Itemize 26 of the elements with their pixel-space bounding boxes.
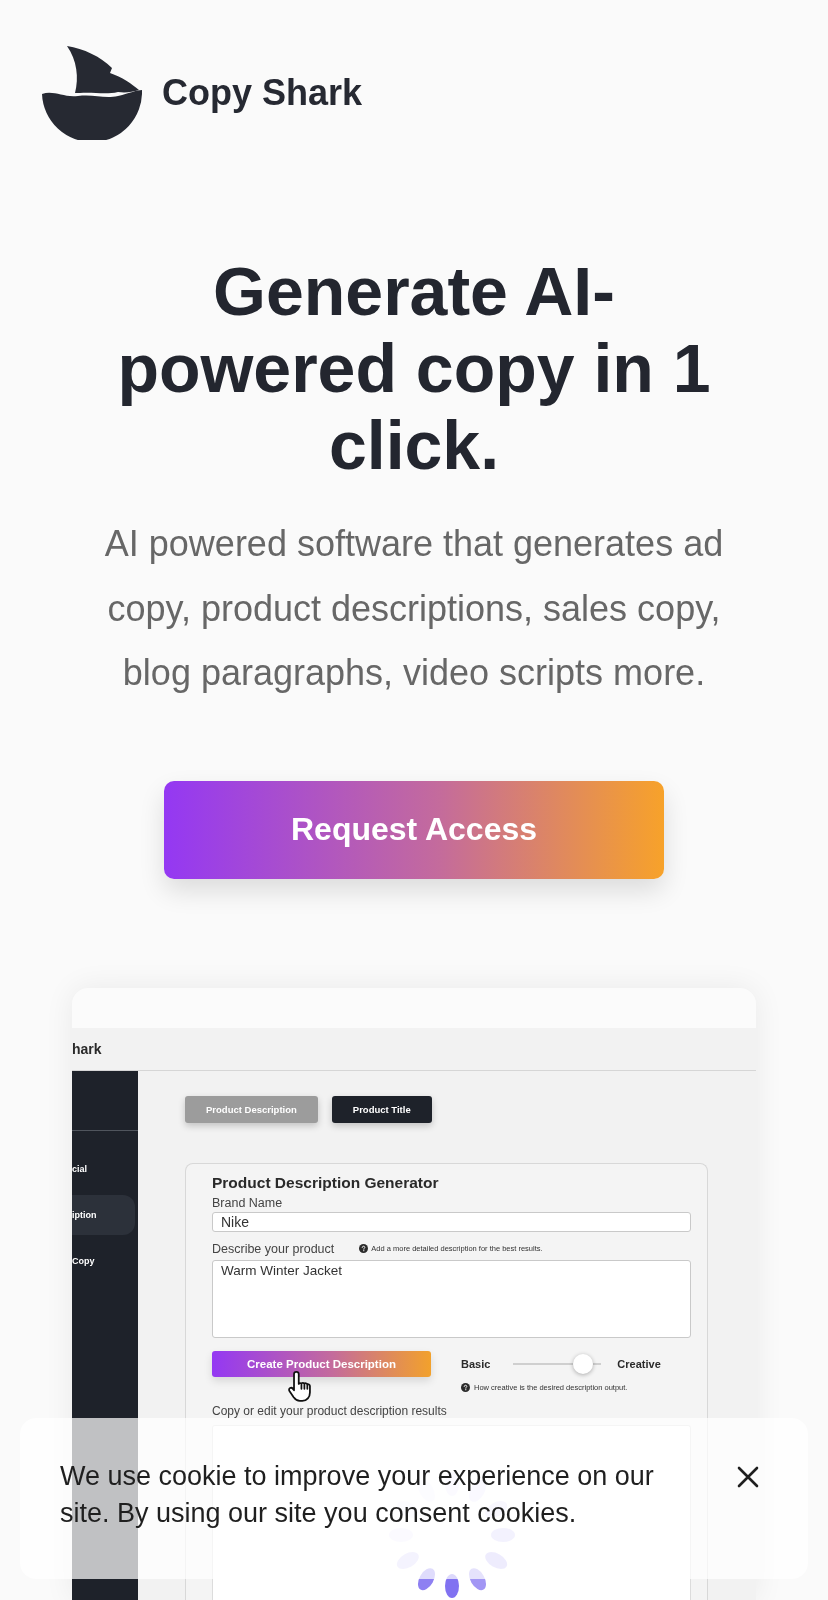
create-description-button[interactable]: Create Product Description [212, 1350, 431, 1377]
slider-min-label: Basic [461, 1357, 491, 1370]
brand-name-input[interactable]: Nike [212, 1211, 691, 1232]
help-icon [359, 1244, 369, 1253]
field-label: Copy or edit your product description results [212, 1403, 448, 1418]
hero-title: Generate AI-powered copy in 1 click. [116, 253, 712, 484]
generator-tab[interactable]: Product Title [331, 1095, 432, 1123]
request-access-button[interactable]: Request Access [164, 780, 664, 879]
sidebar-item[interactable]: iption [72, 1194, 135, 1235]
creativity-slider[interactable] [513, 1353, 602, 1374]
cookie-message: We use cookie to improve your experience on our site. By using our site you consent cookies. [60, 1460, 655, 1530]
field-label: Describe your product [212, 1241, 335, 1256]
app-brand-name: hark [72, 1040, 102, 1057]
help-icon [461, 1383, 470, 1392]
sidebar-item[interactable]: Copy [72, 1240, 135, 1281]
slider-thumb[interactable] [572, 1353, 593, 1374]
shark-fin-icon [42, 46, 142, 140]
slider-max-label: Creative [617, 1357, 661, 1370]
brand-name: Copy Shark [162, 72, 363, 114]
sidebar-item[interactable]: cial [72, 1148, 135, 1189]
product-description-input[interactable]: Warm Winter Jacket [212, 1259, 691, 1338]
close-button[interactable] [737, 1466, 759, 1488]
close-icon [737, 1466, 759, 1488]
field-label: Brand Name [212, 1195, 284, 1210]
hero-subtitle: AI powered software that generates ad copy, product descriptions, sales copy, blog paragraphs, video scripts more. [103, 522, 725, 695]
form-title: Product Description Generator [212, 1173, 440, 1192]
